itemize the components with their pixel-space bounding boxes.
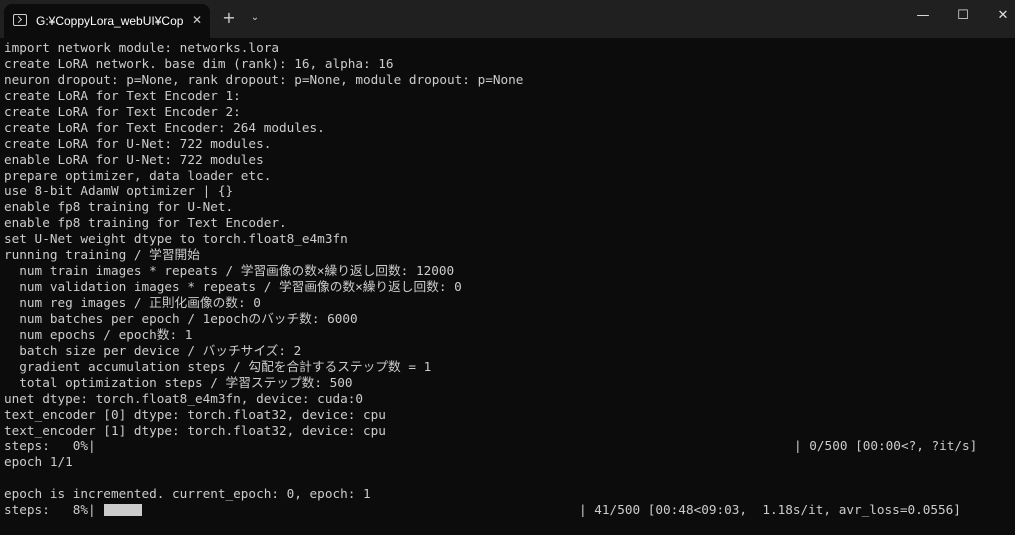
- terminal-line: enable fp8 training for U-Net.: [4, 199, 234, 215]
- progress-label: steps: 0%|: [4, 438, 96, 454]
- terminal-line: enable LoRA for U-Net: 722 modules: [4, 151, 264, 167]
- terminal-line: text_encoder [1] dtype: torch.float32, d…: [4, 422, 386, 438]
- terminal-line: num train images * repeats / 学習画像の数×繰り返し…: [4, 263, 455, 279]
- terminal-line: create LoRA for U-Net: 722 modules.: [4, 135, 272, 151]
- scrollbar[interactable]: [1003, 38, 1015, 535]
- terminal-line: running training / 学習開始: [4, 247, 200, 263]
- progress-label: steps: 8%|: [4, 502, 96, 518]
- terminal-line: create LoRA network. base dim (rank): 16…: [4, 55, 394, 71]
- terminal-line: prepare optimizer, data loader etc.: [4, 167, 272, 183]
- terminal-line: num validation images * repeats / 学習画像の数…: [4, 279, 462, 295]
- title-bar: G:¥CoppyLora_webUI¥CoppyL ✕ + ⌄ — ☐ ✕: [0, 0, 1015, 38]
- terminal-line: total optimization steps / 学習ステップ数: 500: [4, 374, 353, 390]
- terminal-line: epoch 1/1: [4, 454, 73, 470]
- terminal-line: use 8-bit AdamW optimizer | {}: [4, 183, 234, 199]
- terminal-line: unet dtype: torch.float8_e4m3fn, device:…: [4, 390, 364, 406]
- terminal-line: import network module: networks.lora: [4, 40, 279, 55]
- terminal-output[interactable]: import network module: networks.lora cre…: [0, 38, 1015, 535]
- terminal-line: gradient accumulation steps / 勾配を合計するステッ…: [4, 358, 432, 374]
- terminal-icon: [13, 14, 27, 26]
- terminal-window: G:¥CoppyLora_webUI¥CoppyL ✕ + ⌄ — ☐ ✕ im…: [0, 0, 1015, 535]
- terminal-line: num batches per epoch / 1epochのバッチ数: 600…: [4, 310, 358, 326]
- terminal-line: epoch is incremented. current_epoch: 0, …: [4, 486, 371, 502]
- progress-fill: [104, 504, 142, 517]
- terminal-line: enable fp8 training for Text Encoder.: [4, 215, 287, 231]
- tab-title: G:¥CoppyLora_webUI¥CoppyL: [36, 14, 184, 28]
- progress-stats: | 0/500 [00:00<?, ?it/s]: [794, 438, 978, 454]
- terminal-line: num reg images / 正則化画像の数: 0: [4, 295, 261, 310]
- new-tab-icon[interactable]: +: [220, 9, 238, 27]
- terminal-line: batch size per device / バッチサイズ: 2: [4, 342, 302, 358]
- terminal-line: create LoRA for Text Encoder: 264 module…: [4, 119, 325, 135]
- terminal-tab[interactable]: G:¥CoppyLora_webUI¥CoppyL ✕: [4, 4, 210, 38]
- terminal-lines: import network module: networks.lora cre…: [4, 40, 1004, 518]
- terminal-line: create LoRA for Text Encoder 2:: [4, 103, 241, 119]
- close-tab-icon[interactable]: ✕: [189, 12, 205, 28]
- progress-bar-current: steps: 8%| | 41/500 [00:48<09:03, 1.18s/…: [4, 502, 1004, 518]
- chevron-down-icon[interactable]: ⌄: [247, 10, 263, 26]
- terminal-line: text_encoder [0] dtype: torch.float32, d…: [4, 406, 386, 422]
- close-window-button[interactable]: ✕: [980, 0, 1015, 32]
- terminal-line: set U-Net weight dtype to torch.float8_e…: [4, 231, 348, 247]
- terminal-line: create LoRA for Text Encoder 1:: [4, 87, 241, 103]
- progress-bar-initial: steps: 0%| | 0/500 [00:00<?, ?it/s]: [4, 438, 1004, 454]
- progress-stats: | 41/500 [00:48<09:03, 1.18s/it, avr_los…: [579, 502, 961, 518]
- terminal-line: neuron dropout: p=None, rank dropout: p=…: [4, 71, 524, 87]
- terminal-line: num epochs / epoch数: 1: [4, 326, 193, 342]
